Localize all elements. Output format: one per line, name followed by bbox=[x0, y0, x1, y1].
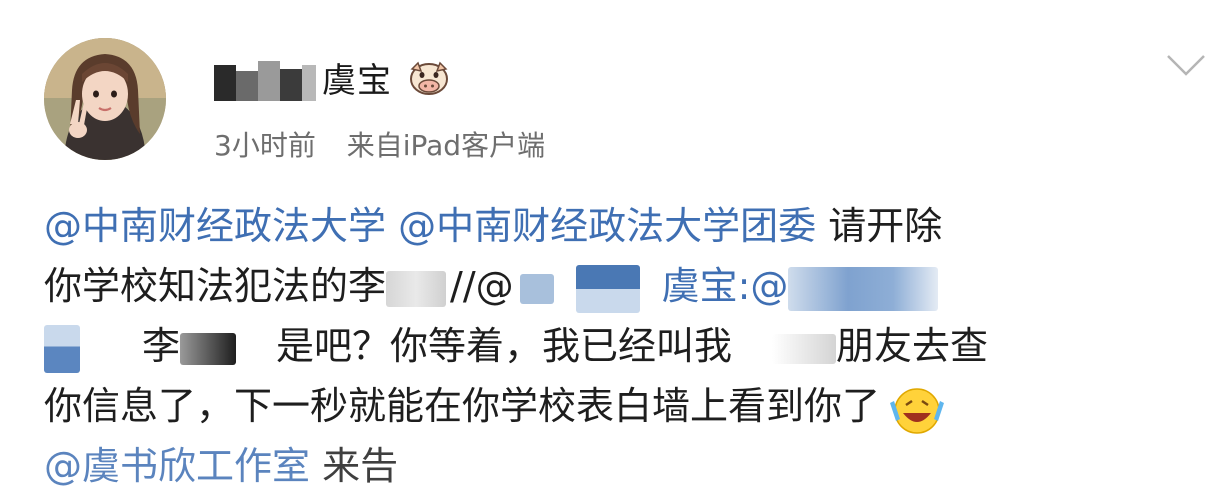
author-name[interactable]: 虞宝 bbox=[322, 53, 392, 102]
author-row: 虞宝 bbox=[214, 52, 452, 102]
repost-slashes: //@ bbox=[450, 264, 514, 308]
body-text: 请开除 bbox=[828, 204, 943, 248]
body-text: 你学校知法犯法的李 bbox=[44, 264, 387, 308]
redaction-blur bbox=[180, 332, 237, 365]
mention-link[interactable]: @中南财经政法大学 bbox=[44, 204, 386, 248]
cow-face-icon bbox=[410, 61, 448, 95]
post-body: @中南财经政法大学 @中南财经政法大学团委 请开除 你学校知法犯法的李 //@ 虞宝… bbox=[44, 196, 1214, 496]
redaction-mosaic bbox=[788, 266, 939, 311]
body-text: 是吧？你等着，我已经叫我 bbox=[276, 324, 733, 368]
redaction-mosaic bbox=[44, 324, 80, 373]
chevron-down-icon[interactable] bbox=[1164, 48, 1208, 82]
redaction-mosaic bbox=[214, 53, 316, 101]
body-text: 来告 bbox=[322, 444, 399, 488]
avatar-photo bbox=[44, 38, 166, 160]
mention-link[interactable]: 虞宝:@ bbox=[662, 264, 789, 308]
redaction-mosaic bbox=[519, 273, 554, 304]
mention-link[interactable]: @中南财经政法大学团委 bbox=[398, 204, 816, 248]
redaction-mosaic bbox=[575, 264, 640, 313]
laughing-crying-emoji bbox=[890, 387, 945, 434]
body-text: 你信息了，下一秒就能在你学校表白墙上看到你了 bbox=[44, 384, 881, 428]
post-source: 来自iPad客户端 bbox=[346, 129, 546, 162]
body-text: 李 bbox=[142, 324, 181, 368]
body-line-5: @虞书欣工作室 来告 bbox=[44, 436, 1214, 496]
body-line-4: 你信息了，下一秒就能在你学校表白墙上看到你了 bbox=[44, 376, 1214, 436]
redaction-blur bbox=[772, 333, 837, 364]
post-meta: 3小时前 来自iPad客户端 bbox=[214, 124, 545, 164]
body-line-2: 你学校知法犯法的李 //@ 虞宝:@ bbox=[44, 256, 1214, 316]
body-line-3: 李 是吧？你等着，我已经叫我 朋友去查 bbox=[44, 316, 1214, 376]
post-time: 3小时前 bbox=[214, 129, 316, 162]
body-text: 朋友去查 bbox=[836, 324, 989, 368]
redaction-blur bbox=[386, 270, 447, 307]
avatar[interactable] bbox=[44, 38, 166, 160]
body-line-1: @中南财经政法大学 @中南财经政法大学团委 请开除 bbox=[44, 196, 1214, 256]
mention-link[interactable]: @虞书欣工作室 bbox=[44, 444, 310, 488]
